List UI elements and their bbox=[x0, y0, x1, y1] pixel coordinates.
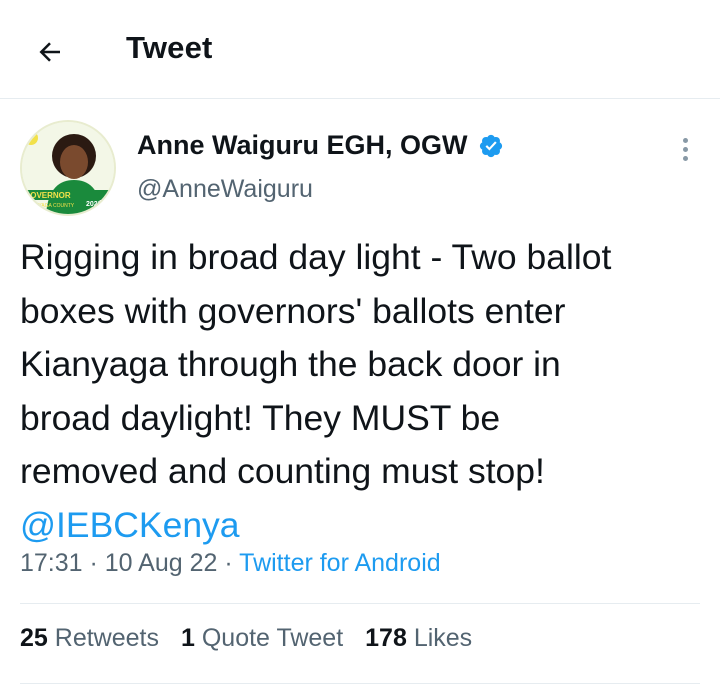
more-options-button[interactable] bbox=[670, 134, 700, 164]
tweet-date[interactable]: 10 Aug 22 bbox=[105, 549, 218, 577]
author-handle[interactable]: @AnneWaiguru bbox=[137, 175, 313, 204]
verified-badge-icon bbox=[478, 133, 504, 159]
tweet-text-line: Kianyaga through the back door in bbox=[20, 344, 561, 384]
author-display-name: Anne Waiguru EGH, OGW bbox=[137, 130, 468, 160]
mention-link[interactable]: @IEBCKenya bbox=[20, 499, 710, 553]
likes-label: Likes bbox=[413, 624, 473, 652]
meta-separator: · bbox=[217, 549, 240, 577]
page-title: Tweet bbox=[126, 30, 213, 65]
retweets-stat[interactable]: 25 Retweets bbox=[20, 624, 159, 653]
more-vertical-icon bbox=[682, 137, 688, 143]
quote-tweets-stat[interactable]: 1 Quote Tweet bbox=[181, 624, 343, 653]
tweet-meta: 17:31 · 10 Aug 22 · Twitter for Android bbox=[20, 549, 441, 578]
tweet-text-line: Rigging in broad day light - Two ballot bbox=[20, 237, 612, 277]
avatar-county-text: KIRINYAGA COUNTY bbox=[25, 203, 75, 209]
more-vertical-icon-dot bbox=[682, 146, 688, 152]
tweet-text-line: removed and counting must stop! bbox=[20, 451, 545, 491]
retweets-label: Retweets bbox=[54, 624, 159, 652]
author-name-row[interactable]: Anne Waiguru EGH, OGW bbox=[137, 130, 504, 161]
tweet-text-line: broad daylight! They MUST be bbox=[20, 397, 501, 438]
divider bbox=[20, 683, 700, 684]
avatar-banner-text: GOVERNOR bbox=[24, 191, 71, 200]
more-vertical-icon-dot bbox=[682, 155, 688, 161]
tweet-time[interactable]: 17:31 bbox=[20, 549, 83, 577]
divider bbox=[20, 603, 700, 604]
top-bar: Tweet bbox=[0, 0, 720, 99]
retweets-count: 25 bbox=[20, 624, 48, 652]
tweet-source-link[interactable]: Twitter for Android bbox=[239, 549, 440, 577]
avatar-party-text: UDA bbox=[24, 130, 38, 136]
quotes-label: Quote Tweet bbox=[201, 624, 344, 652]
meta-separator: · bbox=[82, 549, 105, 577]
likes-stat[interactable]: 178 Likes bbox=[365, 624, 472, 653]
avatar-image: GOVERNOR 2022 KIRINYAGA COUNTY UDA bbox=[22, 122, 114, 214]
back-button[interactable] bbox=[30, 32, 70, 72]
likes-count: 178 bbox=[365, 624, 407, 652]
engagement-stats: 25 Retweets 1 Quote Tweet 178 Likes bbox=[20, 624, 472, 653]
tweet-text: Rigging in broad day light - Two ballot … bbox=[20, 231, 710, 552]
tweet-text-line: boxes with governors' ballots enter bbox=[20, 290, 566, 331]
avatar-year-text: 2022 bbox=[86, 201, 102, 208]
avatar[interactable]: GOVERNOR 2022 KIRINYAGA COUNTY UDA bbox=[20, 120, 116, 216]
quotes-count: 1 bbox=[180, 624, 195, 652]
arrow-left-icon bbox=[39, 42, 60, 62]
